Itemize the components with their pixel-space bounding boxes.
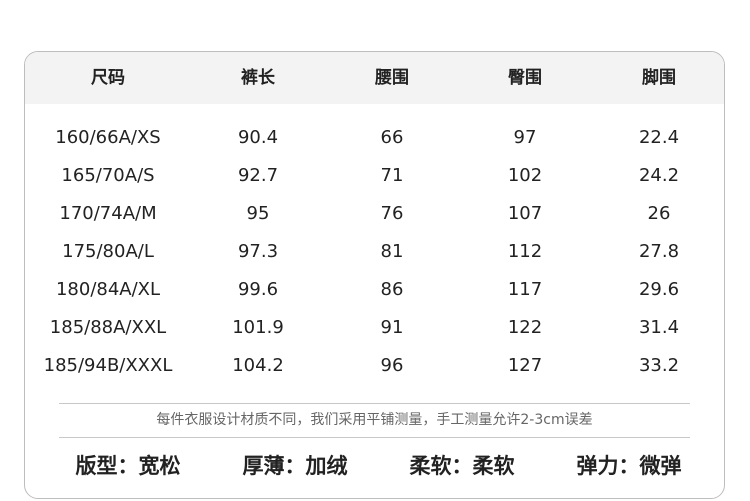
- header-waist: 腰围: [375, 68, 409, 88]
- attribute-thickness: 厚薄：加绒: [242, 454, 348, 478]
- cell-hip: 102: [507, 165, 543, 186]
- cell-pants-length: 99.6: [237, 279, 279, 300]
- attribute-elasticity: 弹力：微弹: [576, 454, 682, 478]
- table-row: 180/84A/XL 99.6 86 117 29.6: [25, 271, 724, 309]
- table-row: 170/74A/M 95 76 107 26: [25, 195, 724, 233]
- cell-hip: 97: [513, 127, 537, 148]
- cell-waist: 71: [380, 165, 404, 186]
- cell-pants-length: 95: [246, 203, 270, 224]
- divider-bottom: [59, 437, 690, 438]
- cell-size: 170/74A/M: [59, 203, 157, 224]
- cell-size: 175/80A/L: [62, 241, 154, 262]
- cell-size: 180/84A/XL: [55, 279, 161, 300]
- cell-hip: 117: [507, 279, 543, 300]
- table-row: 185/88A/XXL 101.9 91 122 31.4: [25, 309, 724, 347]
- attribute-softness: 柔软：柔软: [409, 454, 515, 478]
- size-chart-card: 尺码 裤长 腰围 臀围 脚围 160/66A/XS 90.4 66 97 22.…: [24, 51, 725, 499]
- cell-hem: 29.6: [638, 279, 680, 300]
- table-row: 160/66A/XS 90.4 66 97 22.4: [25, 119, 724, 157]
- cell-pants-length: 97.3: [237, 241, 279, 262]
- product-attributes: 版型：宽松 厚薄：加绒 柔软：柔软 弹力：微弹: [25, 446, 724, 486]
- cell-hem: 24.2: [638, 165, 680, 186]
- cell-waist: 76: [380, 203, 404, 224]
- cell-pants-length: 90.4: [237, 127, 279, 148]
- cell-waist: 81: [380, 241, 404, 262]
- table-header: 尺码 裤长 腰围 臀围 脚围: [25, 52, 724, 104]
- attribute-fit: 版型：宽松: [75, 454, 181, 478]
- cell-hem: 31.4: [638, 317, 680, 338]
- cell-size: 185/88A/XXL: [49, 317, 167, 338]
- cell-pants-length: 92.7: [237, 165, 279, 186]
- cell-hem: 22.4: [638, 127, 680, 148]
- cell-size: 165/70A/S: [61, 165, 155, 186]
- header-hem: 脚围: [642, 68, 676, 88]
- cell-pants-length: 104.2: [232, 355, 284, 376]
- cell-hem: 27.8: [638, 241, 680, 262]
- cell-waist: 86: [380, 279, 404, 300]
- cell-hip: 127: [507, 355, 543, 376]
- cell-hip: 107: [507, 203, 543, 224]
- cell-hip: 122: [507, 317, 543, 338]
- header-hip: 臀围: [508, 68, 542, 88]
- header-pants-length: 裤长: [241, 68, 275, 88]
- cell-pants-length: 101.9: [232, 317, 284, 338]
- cell-size: 160/66A/XS: [55, 127, 161, 148]
- header-size: 尺码: [91, 68, 125, 88]
- cell-hip: 112: [507, 241, 543, 262]
- measurement-note: 每件衣服设计材质不同，我们采用平铺测量，手工测量允许2-3cm误差: [156, 412, 593, 428]
- cell-waist: 66: [380, 127, 404, 148]
- cell-hem: 33.2: [638, 355, 680, 376]
- cell-hem: 26: [647, 203, 671, 224]
- cell-waist: 91: [380, 317, 404, 338]
- cell-waist: 96: [380, 355, 404, 376]
- cell-size: 185/94B/XXXL: [43, 355, 173, 376]
- table-row: 185/94B/XXXL 104.2 96 127 33.2: [25, 347, 724, 385]
- table-row: 165/70A/S 92.7 71 102 24.2: [25, 157, 724, 195]
- table-row: 175/80A/L 97.3 81 112 27.8: [25, 233, 724, 271]
